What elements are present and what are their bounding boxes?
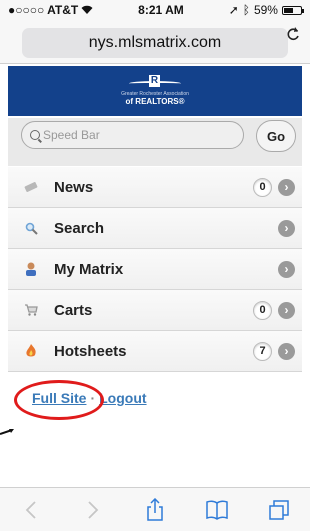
clock: 8:21 AM [138,3,184,17]
speed-bar-input[interactable]: Speed Bar [21,121,244,149]
location-icon: ➚ [228,3,239,17]
url-text: nys.mlsmatrix.com [88,34,222,51]
news-icon [24,180,38,194]
menu-label: News [54,178,94,196]
carrier-label: ●○○○○ AT&T [8,3,79,17]
status-right: ➚ ᛒ 59% [228,3,304,17]
share-icon[interactable] [135,494,175,526]
browser-address-area: nys.mlsmatrix.com [0,20,310,64]
search-icon [24,221,38,235]
bookmarks-icon[interactable] [197,494,237,526]
menu-label: My Matrix [54,260,124,278]
carrier-info: ●○○○○ AT&T [8,3,93,17]
speed-bar-placeholder: Speed Bar [43,128,100,142]
address-bar[interactable]: nys.mlsmatrix.com [22,28,288,58]
chevron-right-icon: › [278,301,295,319]
main-menu: News 0 › Search › My Matrix › Carts 0 › … [8,167,302,372]
browser-toolbar [0,487,310,531]
logout-link[interactable]: Logout [99,390,146,406]
count-badge: 0 [253,177,272,197]
cart-icon [24,303,38,317]
realtor-logo: R [123,75,187,89]
realtors-name: of REALTORS® [125,97,185,106]
reload-icon[interactable] [286,26,300,47]
menu-item-search[interactable]: Search › [8,208,302,249]
fire-icon [24,344,38,358]
menu-item-hotsheets[interactable]: Hotsheets 7 › [8,331,302,372]
chevron-right-icon: › [278,260,295,278]
menu-item-my-matrix[interactable]: My Matrix › [8,249,302,290]
person-icon [24,262,38,276]
menu-label: Carts [54,301,93,319]
chevron-right-icon: › [278,178,295,196]
menu-item-carts[interactable]: Carts 0 › [8,290,302,331]
chevron-right-icon: › [278,219,295,237]
battery-percent: 59% [253,3,278,17]
battery-icon [281,5,304,15]
forward-icon[interactable] [73,494,113,526]
red-circle-annotation [14,380,104,420]
arrow-annotation [0,429,14,435]
bluetooth-icon: ᛒ [242,3,250,17]
menu-label: Hotsheets [54,342,127,360]
magnifier-icon [30,130,40,140]
tabs-icon[interactable] [259,494,299,526]
menu-label: Search [54,219,105,237]
count-badge: 7 [253,341,272,361]
count-badge: 0 [253,300,272,320]
realtors-banner: R Greater Rochester Association of REALT… [8,66,302,116]
wifi-icon [81,3,93,17]
status-bar: ●○○○○ AT&T 8:21 AM ➚ ᛒ 59% [0,0,310,20]
back-icon[interactable] [11,494,51,526]
menu-item-news[interactable]: News 0 › [8,167,302,208]
chevron-right-icon: › [278,342,295,360]
battery-fill [283,7,294,13]
go-button[interactable]: Go [256,120,296,152]
